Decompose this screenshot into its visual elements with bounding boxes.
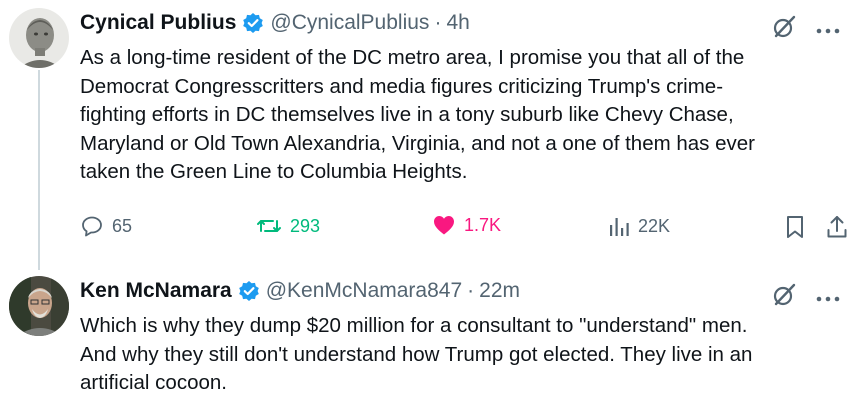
tweet-ken-mcnamara[interactable]: Ken McNamara @KenMcNamara847 · 22m Which… <box>0 268 860 406</box>
bookmark-button[interactable] <box>784 214 806 240</box>
avatar[interactable] <box>9 276 69 336</box>
share-icon <box>825 214 849 240</box>
reply-count: 65 <box>112 215 133 236</box>
more-icon[interactable] <box>816 21 840 39</box>
grok-icon[interactable] <box>772 14 798 45</box>
like-icon <box>432 214 456 236</box>
verified-icon <box>238 280 260 302</box>
like-count: 1.7K <box>464 214 502 235</box>
repost-icon <box>256 214 282 238</box>
author-handle[interactable]: @CynicalPublius <box>270 11 429 35</box>
verified-icon <box>242 12 264 34</box>
tweet-header: Cynical Publius @CynicalPublius · 4h <box>80 8 470 38</box>
reply-button[interactable]: 65 <box>80 214 132 238</box>
views-icon <box>608 214 630 238</box>
share-button[interactable] <box>825 214 849 240</box>
tweet-text: As a long-time resident of the DC metro … <box>80 46 755 184</box>
views-button[interactable]: 22K <box>608 214 670 238</box>
timestamp[interactable]: 22m <box>479 279 520 303</box>
author-handle[interactable]: @KenMcNamara847 <box>266 279 462 303</box>
repost-count: 293 <box>290 215 321 236</box>
tweet-cynical-publius[interactable]: Cynical Publius @CynicalPublius · 4h As … <box>0 0 860 265</box>
more-icon[interactable] <box>816 289 840 307</box>
tweet-text: Which is why they dump $20 million for a… <box>80 314 753 395</box>
author-name[interactable]: Cynical Publius <box>80 11 236 35</box>
views-count: 22K <box>638 215 671 236</box>
grok-icon[interactable] <box>772 282 798 313</box>
like-button[interactable]: 1.7K <box>432 214 501 236</box>
bookmark-icon <box>784 214 806 240</box>
thread-connector <box>38 70 40 270</box>
tweet-top-actions <box>772 282 840 313</box>
tweet-header: Ken McNamara @KenMcNamara847 · 22m <box>80 276 520 306</box>
tweet-top-actions <box>772 14 840 45</box>
repost-button[interactable]: 293 <box>256 214 320 238</box>
separator-dot: · <box>434 11 442 34</box>
avatar[interactable] <box>9 8 69 68</box>
timestamp[interactable]: 4h <box>446 11 469 35</box>
tweet-actions: 65 293 1.7K 22K <box>80 214 850 244</box>
separator-dot: · <box>467 279 475 302</box>
reply-icon <box>80 214 104 238</box>
author-name[interactable]: Ken McNamara <box>80 279 232 303</box>
